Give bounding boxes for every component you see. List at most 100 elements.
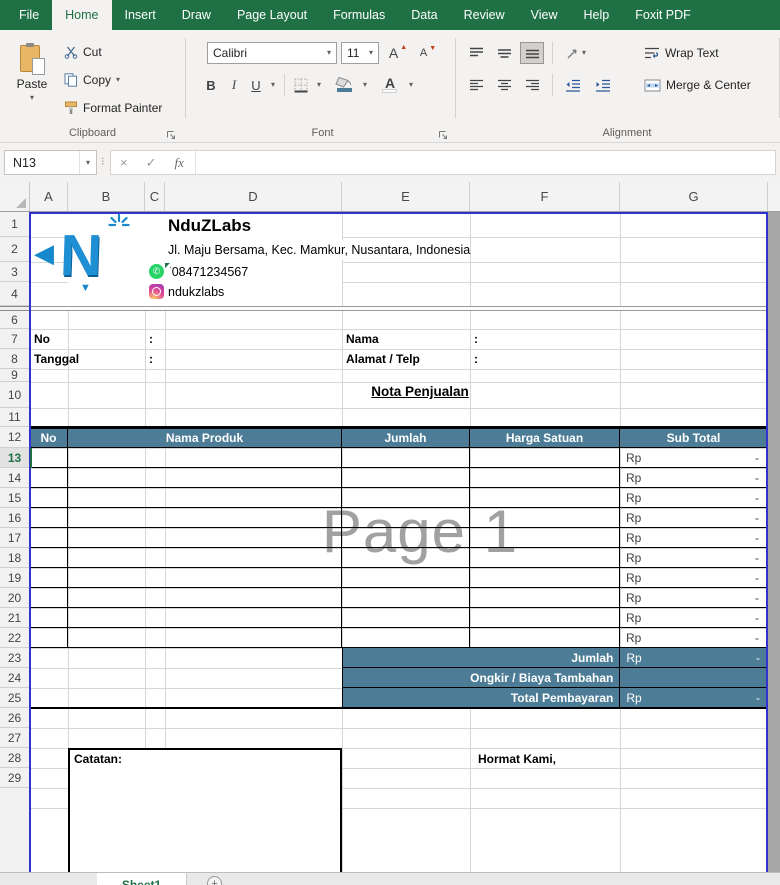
row-header-29[interactable]: 29 [0,768,29,788]
row-header-11[interactable]: 11 [0,408,29,427]
row-header-2[interactable]: 2 [0,237,29,262]
table-cell[interactable] [470,548,620,567]
borders-options-button[interactable]: ▾ [312,74,326,96]
table-cell[interactable] [68,588,342,607]
table-cell[interactable] [30,628,68,647]
ribbon-tab-page-layout[interactable]: Page Layout [224,0,320,30]
subtotal-cell[interactable]: Rp - [620,508,768,527]
top-align-button[interactable] [464,42,488,64]
font-dialog-launcher[interactable] [438,127,450,139]
subtotal-cell[interactable]: Rp - [620,488,768,507]
select-all-button[interactable] [0,182,30,211]
table-cell[interactable] [342,508,470,527]
underline-button[interactable]: U [246,74,266,96]
row-header-14[interactable]: 14 [0,468,29,488]
paste-button[interactable]: Paste ▾ [6,36,58,138]
table-cell[interactable] [30,548,68,567]
row-header-1[interactable]: 1 [0,212,29,237]
table-cell[interactable] [342,528,470,547]
table-cell[interactable] [30,568,68,587]
increase-indent-button[interactable] [590,74,616,96]
column-header-E[interactable]: E [342,182,470,211]
column-header-F[interactable]: F [470,182,620,211]
align-center-button[interactable] [492,74,516,96]
field-alamat-label[interactable]: Alamat / Telp [346,352,420,366]
font-family-select[interactable]: Calibri ▾ [207,42,337,64]
table-header-nama-produk[interactable]: Nama Produk [68,427,342,448]
totals-label-ongkir-biaya-tambahan[interactable]: Ongkir / Biaya Tambahan [343,668,621,687]
row-header-8[interactable]: 8 [0,349,29,369]
notes-box[interactable] [68,748,342,872]
row-header-15[interactable]: 15 [0,488,29,508]
table-cell[interactable] [30,508,68,527]
company-name[interactable]: NduZLabs [168,216,251,236]
table-cell[interactable] [342,448,470,467]
column-header-D[interactable]: D [165,182,342,211]
table-cell[interactable] [470,628,620,647]
row-header-26[interactable]: 26 [0,708,29,728]
table-cell[interactable] [30,488,68,507]
bold-button[interactable]: B [200,74,222,96]
name-box[interactable]: N13 ▾ [4,150,97,175]
column-header-B[interactable]: B [68,182,145,211]
subtotal-cell[interactable]: Rp - [620,628,768,647]
cancel-button[interactable]: × [111,155,137,170]
table-cell[interactable] [30,608,68,627]
sheet-tab-sheet1[interactable]: Sheet1 [97,873,187,885]
row-header-28[interactable]: 28 [0,748,29,768]
totals-amount-cell[interactable]: Rp - [620,688,768,707]
table-cell[interactable] [342,568,470,587]
table-header-sub-total[interactable]: Sub Total [620,427,768,448]
table-cell[interactable] [68,628,342,647]
ribbon-tab-foxit-pdf[interactable]: Foxit PDF [622,0,704,30]
table-cell[interactable] [470,528,620,547]
company-instagram[interactable]: ndukzlabs [168,285,224,299]
table-header-no[interactable]: No [30,427,68,448]
table-cell[interactable] [68,568,342,587]
ribbon-tab-file[interactable]: File [6,0,52,30]
table-header-jumlah[interactable]: Jumlah [342,427,470,448]
table-cell[interactable] [342,548,470,567]
row-header-7[interactable]: 7 [0,329,29,349]
bottom-align-button[interactable] [520,42,544,64]
ribbon-tab-home[interactable]: Home [52,0,112,30]
shrink-font-button[interactable]: A ▼ [415,42,441,64]
table-cell[interactable] [30,468,68,487]
font-color-button[interactable]: A [378,74,402,96]
table-cell[interactable] [68,508,342,527]
ribbon-tab-view[interactable]: View [518,0,571,30]
row-header-23[interactable]: 23 [0,648,29,668]
table-header-harga-satuan[interactable]: Harga Satuan [470,427,620,448]
table-cell[interactable] [68,468,342,487]
table-cell[interactable] [342,608,470,627]
orientation-button[interactable]: ▾ [560,42,592,64]
borders-button[interactable] [290,74,312,96]
ribbon-tab-insert[interactable]: Insert [112,0,169,30]
font-color-options-button[interactable]: ▾ [404,74,418,96]
row-header-9[interactable]: 9 [0,368,29,382]
table-cell[interactable] [68,528,342,547]
align-left-button[interactable] [464,74,488,96]
table-cell[interactable] [342,628,470,647]
table-cell[interactable] [342,588,470,607]
row-header-16[interactable]: 16 [0,508,29,528]
row-header-13[interactable]: 13 [0,448,29,468]
row-header-3[interactable]: 3 [0,262,29,282]
enter-button[interactable]: ✓ [137,155,166,171]
new-sheet-button[interactable]: + [207,876,222,885]
subtotal-cell[interactable]: Rp - [620,448,768,467]
row-header-19[interactable]: 19 [0,568,29,588]
ribbon-tab-review[interactable]: Review [451,0,518,30]
fill-color-options-button[interactable]: ▾ [358,74,372,96]
insert-function-button[interactable]: fx [166,155,193,171]
row-header-21[interactable]: 21 [0,608,29,628]
ribbon-tab-draw[interactable]: Draw [169,0,224,30]
subtotal-cell[interactable]: Rp - [620,608,768,627]
row-header-22[interactable]: 22 [0,628,29,648]
row-header-25[interactable]: 25 [0,688,29,708]
decrease-indent-button[interactable] [560,74,586,96]
subtotal-cell[interactable]: Rp - [620,528,768,547]
table-cell[interactable] [68,608,342,627]
align-right-button[interactable] [520,74,544,96]
column-header-A[interactable]: A [30,182,68,211]
